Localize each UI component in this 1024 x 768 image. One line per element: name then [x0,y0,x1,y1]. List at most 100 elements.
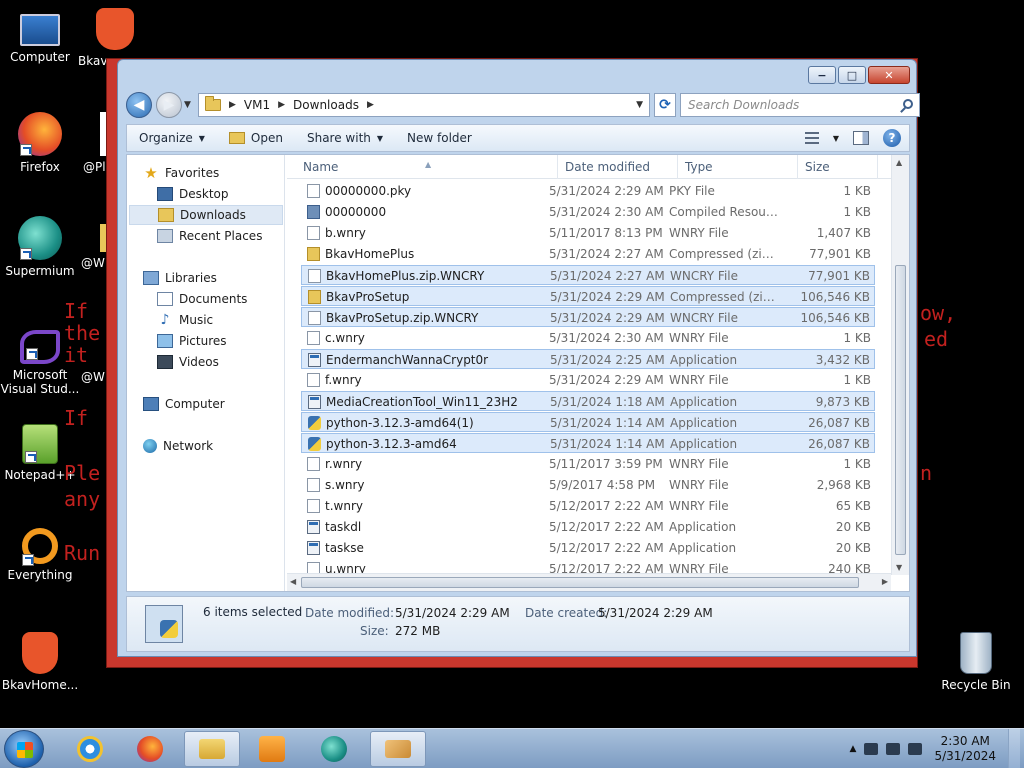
taskbar-wannacry[interactable] [370,731,426,767]
file-row[interactable]: BkavHomePlus 5/31/2024 2:27 AM Compressed … [301,244,875,264]
file-row[interactable]: BkavHomePlus.zip.WNCRY 5/31/2024 2:27 AM W… [301,265,875,285]
file-file-icon [307,478,320,492]
desktop-icon-bkavhome[interactable]: BkavHome... [0,632,80,692]
nav-item-downloads[interactable]: Downloads [129,205,283,225]
help-icon[interactable]: ? [883,129,901,147]
taskbar-media-player[interactable] [244,731,300,767]
file-file-icon [307,457,320,471]
file-row[interactable]: c.wnry 5/31/2024 2:30 AM WNRY File 1 KB [301,328,875,348]
vertical-scroll-thumb[interactable] [895,265,906,555]
change-view-icon[interactable] [804,132,819,144]
nav-item-videos[interactable]: Videos [157,352,219,372]
nav-item-libraries[interactable]: Libraries [143,268,217,288]
scroll-up-icon[interactable]: ▲ [896,158,902,167]
nav-item-computer[interactable]: Computer [143,394,225,414]
file-row[interactable]: python-3.12.3-amd64 5/31/2024 1:14 AM Appl… [301,433,875,453]
file-row[interactable]: taskdl 5/12/2017 2:22 AM Application 20 KB [301,517,875,537]
breadcrumb-item-downloads[interactable]: Downloads [293,98,359,112]
file-row[interactable]: 00000000.pky 5/31/2024 2:29 AM PKY File 1 K… [301,181,875,201]
file-row[interactable]: 00000000 5/31/2024 2:30 AM Compiled Resour… [301,202,875,222]
taskbar-firefox[interactable] [122,731,178,767]
file-row[interactable]: MediaCreationTool_Win11_23H2 5/31/2024 1:… [301,391,875,411]
view-options-dropdown-icon[interactable]: ▼ [833,134,839,143]
file-date: 5/31/2024 2:30 AM [549,331,664,345]
column-divider[interactable] [797,155,798,179]
volume-muted-icon[interactable] [908,743,923,755]
desktop-icon-pl[interactable]: @Pl [78,112,108,174]
new-folder-button[interactable]: New folder [395,125,484,151]
close-button[interactable]: ✕ [868,66,910,84]
taskbar-supermium[interactable] [306,731,362,767]
taskbar-ie[interactable] [62,731,118,767]
column-divider[interactable] [557,155,558,179]
ransom-note-text: Run [64,541,101,565]
column-header-size[interactable]: Size [805,160,830,174]
everything-search-icon [22,528,58,566]
file-row[interactable]: BkavProSetup 5/31/2024 2:29 AM Compressed … [301,286,875,306]
desktop-icon-w1[interactable]: @W [78,216,108,270]
show-desktop-button[interactable] [1008,729,1020,768]
recent-pages-dropdown-icon[interactable]: ▼ [184,100,191,110]
refresh-button[interactable]: ⟳ [654,93,676,117]
scroll-left-icon[interactable]: ◀ [290,577,296,586]
column-header-type[interactable]: Type [685,160,713,174]
desktop-icon-supermium[interactable]: Supermium [0,216,80,278]
nav-item-network[interactable]: Network [143,436,213,456]
open-button[interactable]: Open [217,125,295,151]
address-bar[interactable]: ▶ VM1 ▶ Downloads ▶ ▼ [198,93,650,117]
file-size: 26,087 KB [808,437,870,451]
file-row[interactable]: taskse 5/12/2017 2:22 AM Application 20 KB [301,538,875,558]
nav-item-music[interactable]: ♪ Music [157,310,214,330]
file-row[interactable]: t.wnry 5/12/2017 2:22 AM WNRY File 65 KB [301,496,875,516]
column-header-date[interactable]: Date modified [565,160,650,174]
nav-item-desktop[interactable]: Desktop [157,184,229,204]
horizontal-scrollbar[interactable]: ◀ ▶ [287,573,891,591]
clock[interactable]: 2:30 AM 5/31/2024 [930,734,1000,764]
file-type: WNRY File [669,499,729,513]
vertical-scrollbar[interactable]: ▲ ▼ [891,155,909,575]
back-button[interactable]: ◀ [126,92,152,118]
start-button[interactable] [4,730,44,768]
preview-pane-icon[interactable] [853,131,869,145]
nav-label: Music [179,313,214,327]
breadcrumb-item-vm1[interactable]: VM1 [244,98,270,112]
desktop-icon-recycle-bin[interactable]: Recycle Bin [936,632,1016,692]
breadcrumb-chevron-icon[interactable]: ▶ [229,100,236,110]
desktop-icon-firefox[interactable]: Firefox [0,112,80,174]
organize-button[interactable]: Organize ▼ [127,125,217,151]
new-folder-label: New folder [407,131,472,145]
column-divider[interactable] [677,155,678,179]
file-row[interactable]: EndermanchWannaCrypt0r 5/31/2024 2:25 AM A… [301,349,875,369]
forward-button[interactable]: ▶ [156,92,182,118]
search-input[interactable]: Search Downloads [688,98,799,112]
network-tray-icon[interactable] [886,743,901,755]
file-file-icon [307,499,320,513]
file-row[interactable]: s.wnry 5/9/2017 4:58 PM WNRY File 2,968 KB [301,475,875,495]
nav-item-favorites[interactable]: ★ Favorites [143,163,219,183]
scroll-down-icon[interactable]: ▼ [896,563,902,572]
search-box[interactable]: Search Downloads [680,93,920,117]
column-divider[interactable] [877,155,878,179]
file-row[interactable]: python-3.12.3-amd64(1) 5/31/2024 1:14 AM A… [301,412,875,432]
scroll-right-icon[interactable]: ▶ [882,577,888,586]
file-row[interactable]: r.wnry 5/11/2017 3:59 PM WNRY File 1 KB [301,454,875,474]
action-center-flag-icon[interactable] [864,743,879,755]
breadcrumb-chevron-icon[interactable]: ▶ [367,100,374,110]
minimize-button[interactable]: − [808,66,836,84]
file-row[interactable]: BkavProSetup.zip.WNCRY 5/31/2024 2:29 AM W… [301,307,875,327]
file-row[interactable]: b.wnry 5/11/2017 8:13 PM WNRY File 1,407 KB [301,223,875,243]
nav-item-recent-places[interactable]: Recent Places [157,226,262,246]
address-dropdown-icon[interactable]: ▼ [636,100,643,110]
nav-item-documents[interactable]: Documents [157,289,247,309]
maximize-button[interactable]: □ [838,66,866,84]
taskbar-explorer[interactable] [184,731,240,767]
desktop-icon-computer[interactable]: Computer [0,10,80,64]
column-header-name[interactable]: Name [303,160,338,174]
horizontal-scroll-thumb[interactable] [301,577,859,588]
nav-item-pictures[interactable]: Pictures [157,331,227,351]
share-with-button[interactable]: Share with ▼ [295,125,395,151]
file-row[interactable]: f.wnry 5/31/2024 2:29 AM WNRY File 1 KB [301,370,875,390]
show-hidden-icons-icon[interactable]: ▲ [850,744,857,754]
breadcrumb-chevron-icon[interactable]: ▶ [278,100,285,110]
search-icon[interactable] [903,99,913,109]
